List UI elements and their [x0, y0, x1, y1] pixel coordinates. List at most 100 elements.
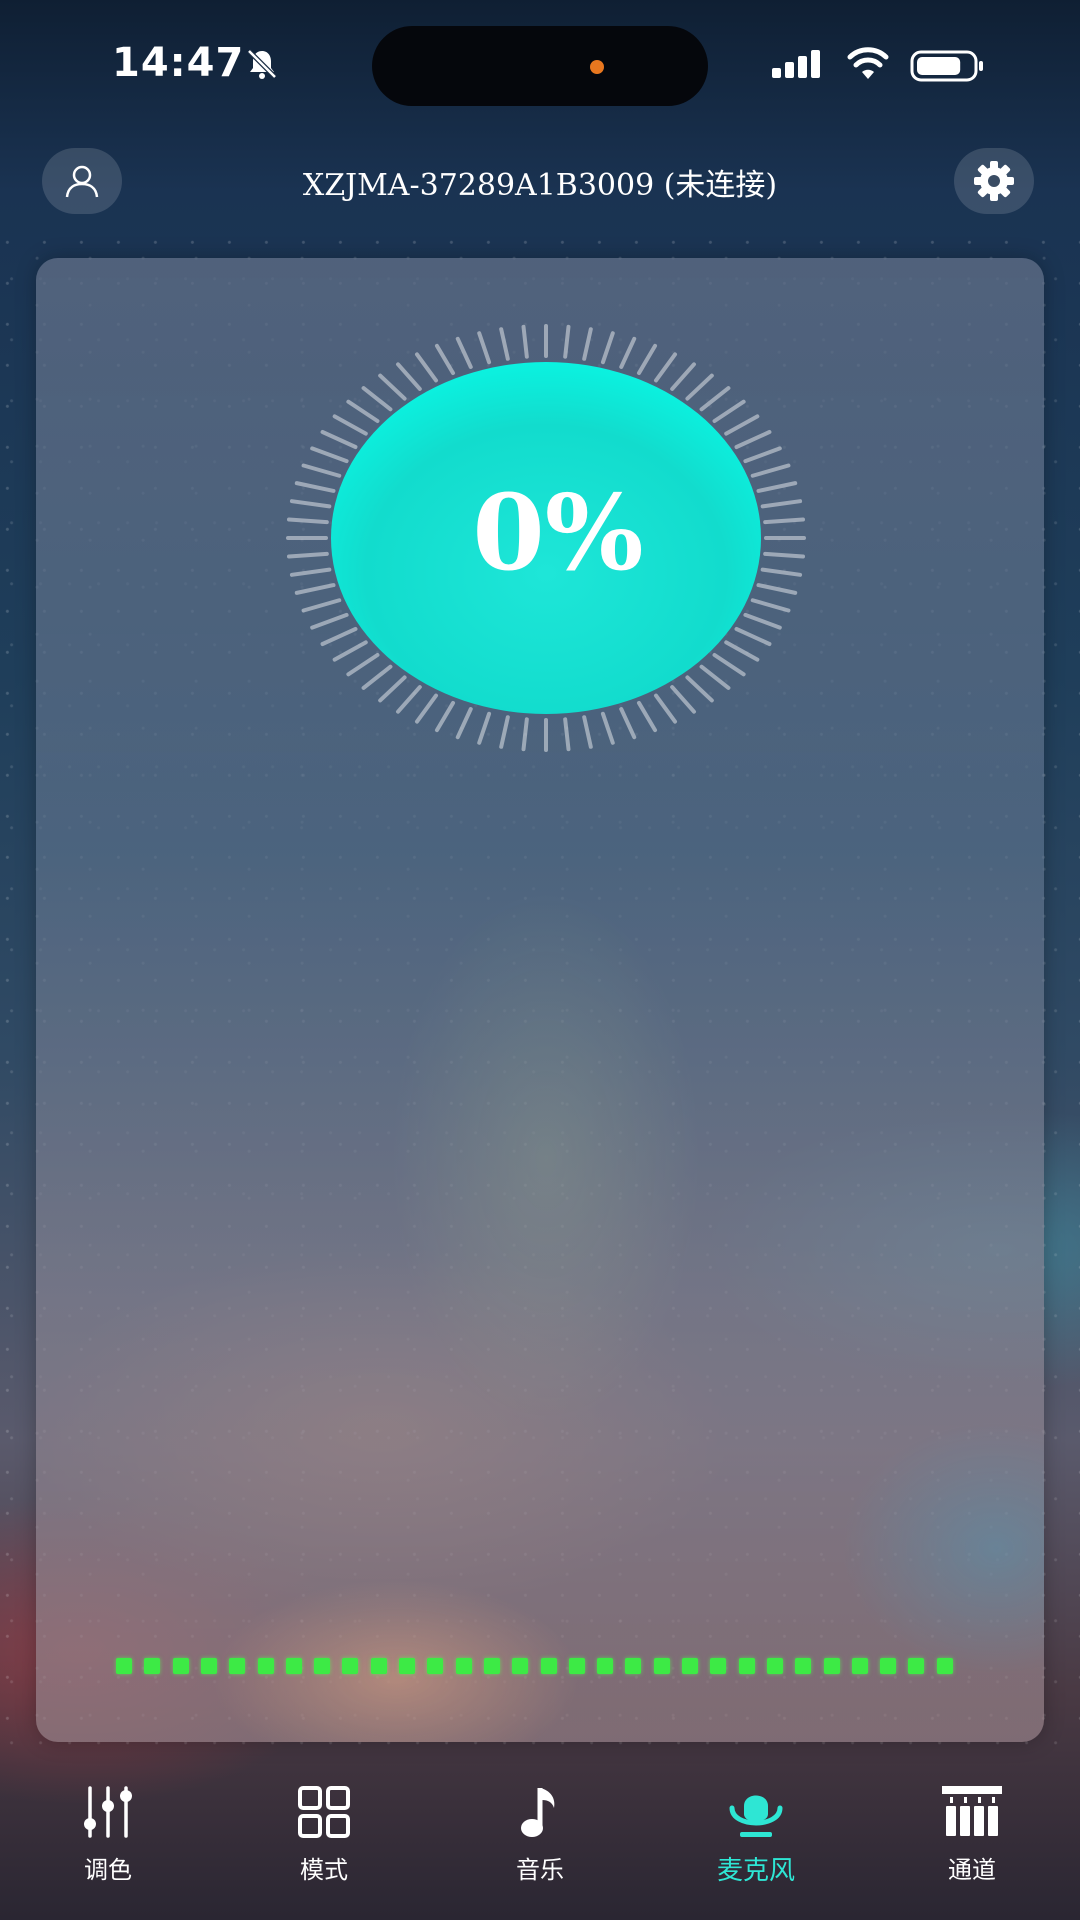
dynamic-island: [372, 26, 708, 106]
gauge-tick: [582, 715, 593, 749]
nav-label-mode: 模式: [300, 1856, 348, 1884]
gauge-tick: [477, 711, 492, 745]
meter-segment: [710, 1658, 727, 1674]
gauge-tick: [346, 399, 380, 424]
gauge-tick: [712, 652, 746, 677]
meter-segment: [342, 1658, 359, 1674]
sliders-icon: [84, 1786, 132, 1838]
gauge-tick: [654, 352, 677, 383]
meter-segment: [682, 1658, 698, 1674]
gauge-tick: [636, 343, 658, 376]
gauge-tick: [378, 675, 407, 703]
signal-icon: [772, 50, 820, 78]
gauge-tick: [685, 373, 714, 401]
meter-segment: [200, 1658, 217, 1674]
profile-button[interactable]: [42, 148, 122, 214]
gauge-tick: [396, 685, 422, 714]
meter-segment: [512, 1658, 529, 1674]
gauge-tick: [636, 700, 658, 733]
gauge-tick: [499, 327, 510, 361]
meter-segment: [455, 1658, 472, 1674]
nav-item-music[interactable]: 音乐: [460, 1762, 620, 1892]
meter-segment: [144, 1658, 161, 1674]
meter-segment: [229, 1658, 246, 1674]
music-note-icon: [521, 1788, 555, 1837]
meter-segment: [851, 1658, 868, 1674]
meter-segment: [880, 1658, 897, 1674]
gauge-tick: [600, 331, 615, 365]
nav-item-color[interactable]: 调色: [28, 1762, 188, 1892]
meter-segment: [540, 1658, 557, 1674]
gauge-tick: [521, 324, 529, 359]
gauge-tick: [477, 331, 492, 365]
gauge-tick: [415, 352, 438, 383]
bell-muted-icon: [247, 49, 277, 79]
gauge-tick: [434, 700, 456, 733]
gauge-tick: [320, 627, 358, 646]
gauge-tick: [734, 430, 772, 449]
gauge-tick: [361, 386, 393, 412]
battery-icon: [910, 50, 983, 82]
gauge-tick: [619, 336, 637, 369]
meter-segment: [568, 1658, 585, 1674]
nav-label-color: 调色: [84, 1856, 132, 1884]
meter-segment: [766, 1658, 783, 1674]
gauge-tick: [310, 612, 349, 630]
gauge-tick: [743, 612, 782, 630]
gauge-tick: [734, 627, 772, 646]
gauge-tick: [724, 640, 760, 662]
gauge-tick: [600, 711, 615, 745]
nav-item-microphone[interactable]: 麦克风: [676, 1762, 836, 1892]
wifi-icon: [847, 47, 889, 79]
nav-label-microphone: 麦克风: [716, 1856, 795, 1886]
gauge-tick: [724, 414, 760, 436]
meter-segment: [653, 1658, 670, 1674]
nav-label-music: 音乐: [516, 1856, 564, 1884]
bottom-nav: 调色 模式 音乐 麦克风 通道: [0, 1762, 1080, 1920]
grid-icon: [298, 1786, 350, 1838]
channels-icon: [942, 1786, 1002, 1836]
app-header: XZJMA-37289A1B3009 (未连接): [0, 140, 1080, 220]
nav-item-channels[interactable]: 通道: [892, 1762, 1052, 1892]
meter-segment: [795, 1658, 812, 1674]
gauge-value: 0%: [472, 471, 644, 594]
gauge-tick: [332, 640, 368, 662]
settings-button[interactable]: [954, 148, 1034, 214]
gauge-tick: [378, 373, 407, 401]
gauge-tick: [499, 715, 510, 749]
meter-segment: [285, 1658, 302, 1674]
meter-segment: [908, 1658, 925, 1674]
meter-segment: [116, 1658, 132, 1674]
meter-segment: [597, 1658, 614, 1674]
gauge-tick: [563, 717, 571, 752]
microphone-icon: [729, 1795, 783, 1837]
gauge-tick: [346, 652, 380, 677]
camera-indicator: [590, 60, 604, 74]
meter-segment: [314, 1658, 331, 1674]
meter-segment: [936, 1658, 953, 1674]
gauge-tick: [396, 362, 422, 391]
gear-icon: [974, 161, 1014, 201]
meter-segment: [399, 1658, 415, 1674]
gauge-tick: [619, 707, 637, 740]
gauge-tick: [521, 717, 529, 752]
gauge-tick: [712, 399, 746, 424]
meter-segment: [257, 1658, 274, 1674]
gauge-tick: [699, 386, 731, 412]
meter-segment: [823, 1658, 840, 1674]
meter-segment: [427, 1658, 444, 1674]
gauge-tick: [685, 675, 714, 703]
sound-level-meter: [116, 1658, 996, 1674]
meter-segment: [738, 1658, 755, 1674]
meter-segment: [483, 1658, 500, 1674]
meter-segment: [172, 1658, 189, 1674]
gauge-tick: [320, 430, 358, 449]
gauge-tick: [455, 336, 473, 369]
status-bar: 14:47: [0, 0, 1080, 120]
gauge-tick: [654, 693, 677, 724]
gauge-tick: [699, 664, 731, 690]
gauge-tick: [434, 343, 456, 376]
gauge-tick: [670, 685, 696, 714]
nav-item-mode[interactable]: 模式: [244, 1762, 404, 1892]
gauge-tick: [455, 707, 473, 740]
